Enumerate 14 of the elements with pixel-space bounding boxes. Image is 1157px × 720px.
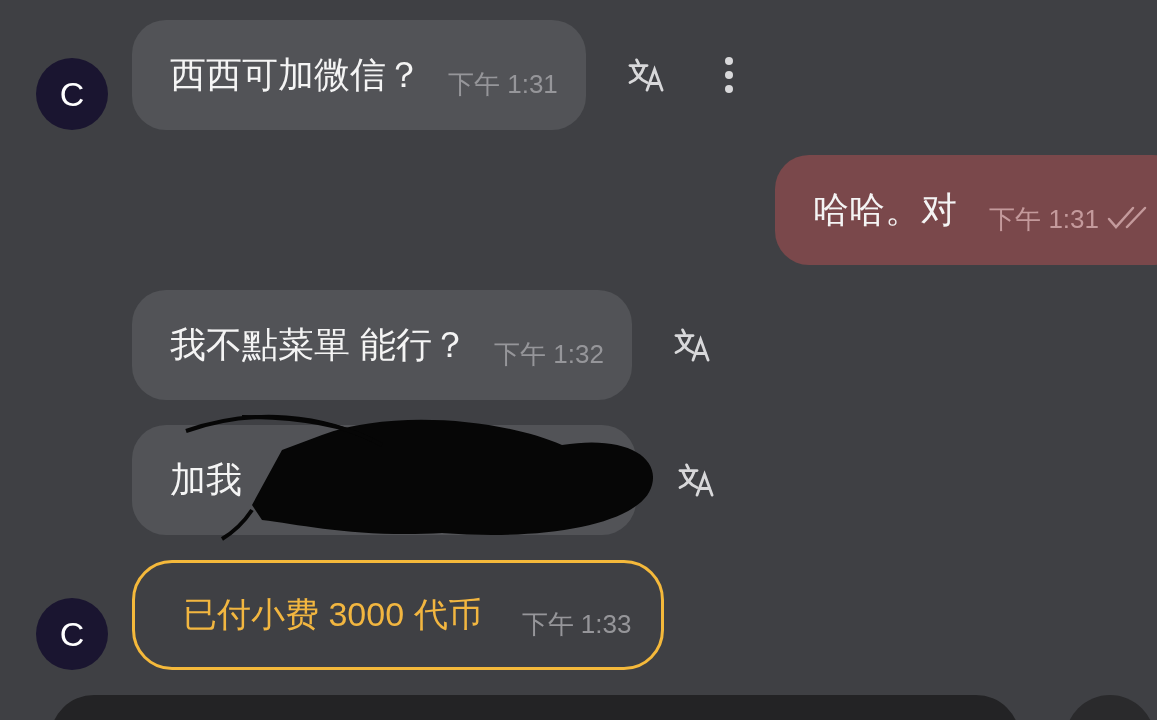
message-time: 下午 1:31 [448, 67, 558, 101]
message-bubble: 我不點菜單 能行？ 下午 1:32 [132, 290, 632, 400]
avatar[interactable]: C [36, 58, 108, 130]
avatar[interactable]: C [36, 598, 108, 670]
message-bubble: 哈哈。对 下午 1:31 [775, 155, 1157, 265]
tip-message: 已付小费 3000 代币 下午 1:33 [132, 560, 665, 670]
message-time: 下午 1:33 [521, 607, 632, 641]
more-options-icon[interactable] [723, 56, 734, 94]
message-time: 下午 1:32 [494, 337, 604, 371]
translate-icon[interactable] [678, 463, 716, 497]
translate-icon[interactable] [673, 328, 712, 362]
translate-icon[interactable] [627, 58, 666, 92]
message-time: 下午 1:31 [989, 202, 1099, 236]
message-bubble: 西西可加微信？ 下午 1:31 [132, 20, 586, 130]
